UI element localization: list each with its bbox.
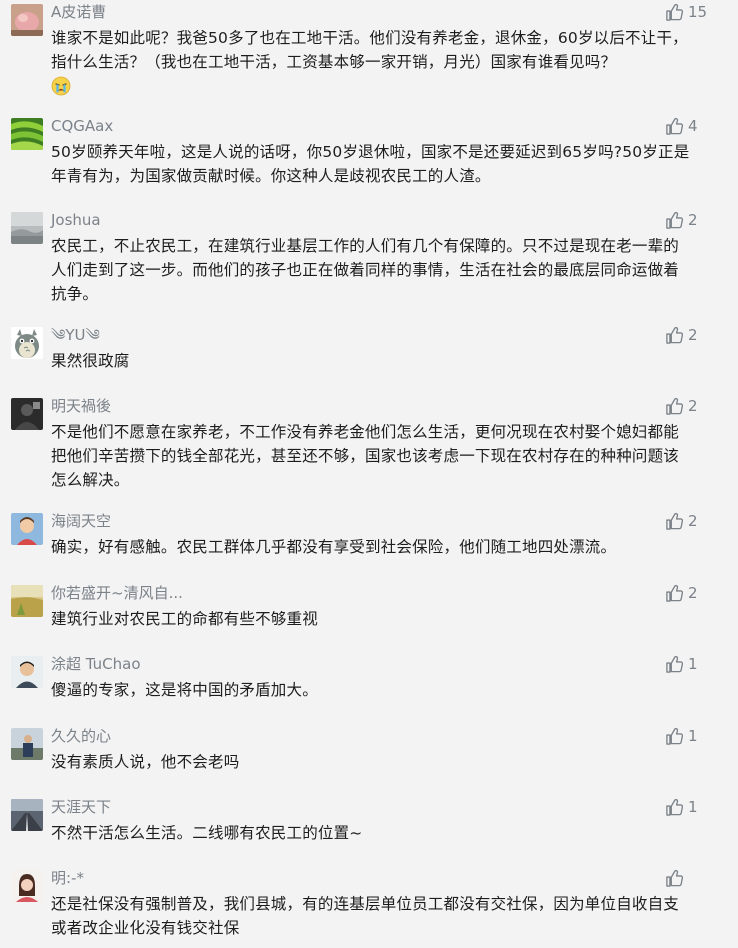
like-button[interactable]: 1 — [665, 653, 698, 675]
avatar[interactable] — [11, 212, 43, 244]
thumbs-up-icon — [665, 798, 684, 817]
like-button[interactable]: 2 — [665, 395, 698, 417]
like-button[interactable]: 2 — [665, 209, 698, 231]
avatar[interactable] — [11, 327, 43, 359]
like-button[interactable]: 2 — [665, 324, 698, 346]
avatar[interactable] — [11, 799, 43, 831]
like-button[interactable]: 2 — [665, 510, 698, 532]
avatar[interactable] — [11, 656, 43, 688]
comment-author[interactable]: 涂超 TuChao — [51, 654, 141, 674]
comment-text: 没有素质人说，他不会老吗 — [51, 753, 240, 771]
comment-list: A皮诺曹 15 谁家不是如此呢？我爸50多了也在工地干活。他们没有养老金，退休金… — [0, 0, 738, 948]
comment-text: 还是社保没有强制普及，我们县城，有的连基层单位员工都没有交社保，因为单位自收自支… — [51, 895, 680, 937]
comment-text: 傻逼的专家，这是将中国的矛盾加大。 — [51, 681, 318, 699]
comment-text: 50岁颐养天年啦，这是人说的话呀，你50岁退休啦，国家不是还要延迟到65岁吗?5… — [51, 143, 690, 185]
comment-text: 不然干活怎么生活。二线哪有农民工的位置~ — [51, 824, 363, 842]
thumbs-up-icon — [665, 655, 684, 674]
avatar[interactable] — [11, 398, 43, 430]
thumbs-up-icon — [665, 512, 684, 531]
like-button[interactable] — [665, 867, 688, 889]
comment-author[interactable]: 明天禍後 — [51, 396, 111, 416]
comment-author[interactable]: 久久的心 — [51, 726, 111, 746]
comment-text: 农民工，不止农民工，在建筑行业基层工作的人们有几个有保障的。只不过是现在老一辈的… — [51, 237, 680, 303]
thumbs-up-icon — [665, 869, 684, 888]
avatar[interactable] — [11, 4, 43, 36]
like-button[interactable]: 4 — [665, 115, 698, 137]
comment-author[interactable]: Joshua — [51, 210, 101, 230]
thumbs-up-icon — [665, 727, 684, 746]
thumbs-up-icon — [665, 326, 684, 345]
like-button[interactable]: 2 — [665, 582, 698, 604]
thumbs-up-icon — [665, 211, 684, 230]
comment-author[interactable]: 海阔天空 — [51, 511, 111, 531]
comment-text: 果然很政腐 — [51, 352, 130, 370]
comment-text: 确实，好有感触。农民工群体几乎都没有享受到社会保险，他们随工地四处漂流。 — [51, 538, 617, 556]
comment-text: 不是他们不愿意在家养老，不工作没有养老金他们怎么生活，更何况现在农村娶个媳妇都能… — [51, 423, 680, 489]
avatar[interactable] — [11, 513, 43, 545]
avatar[interactable] — [11, 118, 43, 150]
like-button[interactable]: 15 — [665, 1, 707, 23]
like-button[interactable]: 1 — [665, 725, 698, 747]
comment-author[interactable]: 你若盛开~清风自... — [51, 583, 183, 603]
avatar[interactable] — [11, 870, 43, 902]
comment-text: 谁家不是如此呢？我爸50多了也在工地干活。他们没有养老金，退休金，60岁以后不让… — [51, 26, 691, 103]
thumbs-up-icon — [665, 397, 684, 416]
avatar[interactable] — [11, 585, 43, 617]
thumbs-up-icon — [665, 3, 684, 22]
comment-author[interactable]: CQGAax — [51, 116, 113, 136]
comment-text: 建筑行业对农民工的命都有些不够重视 — [51, 610, 318, 628]
like-button[interactable]: 1 — [665, 796, 698, 818]
comment-text-body: 谁家不是如此呢？我爸50多了也在工地干活。他们没有养老金，退休金，60岁以后不让… — [51, 29, 688, 71]
thumbs-up-icon — [665, 117, 684, 136]
comment-author[interactable]: ༄YU༄ — [51, 325, 100, 345]
crying-face-emoji — [51, 76, 71, 103]
avatar[interactable] — [11, 728, 43, 760]
comment-author[interactable]: 天涯天下 — [51, 797, 111, 817]
thumbs-up-icon — [665, 584, 684, 603]
comment-author[interactable]: A皮诺曹 — [51, 2, 106, 22]
comment-author[interactable]: 明:-* — [51, 868, 84, 888]
